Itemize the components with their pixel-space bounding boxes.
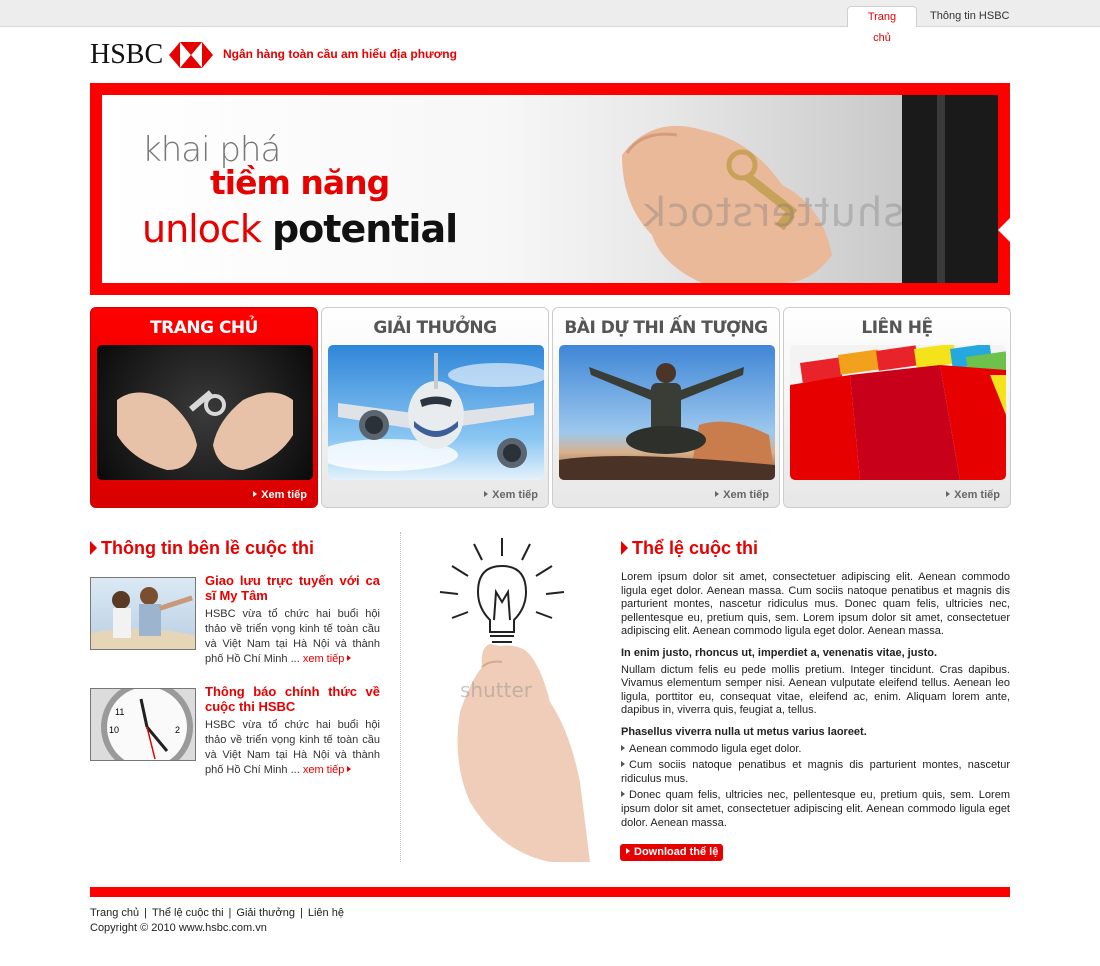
tab-home[interactable]: Trang chủ [847,6,917,44]
svg-text:11: 11 [115,707,124,717]
bullet-arrow-icon [621,791,625,798]
nav-card-title: GIẢI THƯỞNG [373,318,497,338]
hero-banner: shutterstock khai phá tiềm năng unlock p… [90,83,1010,295]
top-bar: Trang chủ Thông tin HSBC [0,0,1100,44]
logo-wordmark: HSBC [90,39,164,70]
bullet-arrow-icon [621,761,625,768]
nav-card-title: BÀI DỰ THI ẤN TƯỢNG [564,318,768,338]
footer-link-awards[interactable]: Giải thưởng [236,907,295,919]
news-title[interactable]: Thông báo chính thức về cuộc thi HSBC [205,684,380,714]
copyright: Copyright © 2010 www.hsbc.com.vn [90,922,267,934]
tagline: Ngân hàng toàn cầu am hiểu địa phương [223,47,457,61]
banner-watermark: shutterstock [642,190,905,236]
rules-paragraph: Lorem ipsum dolor sit amet, consectetuer… [621,571,1010,638]
arrow-right-icon [626,848,630,854]
footer-links: Trang chủ | Thể lệ cuộc thi | Giải thưởng | Li… [90,907,344,919]
banner-unlock: unlock [142,207,262,251]
download-rules-button[interactable]: Download thể lệ [620,844,723,861]
nav-card-awards[interactable]: GIẢI THƯỞNG Xem tiếp [321,307,549,508]
news-excerpt: HSBC vừa tổ chức hai buổi hội thảo về tr… [205,719,380,776]
banner-image: shutterstock khai phá tiềm năng unlock p… [102,95,998,283]
rules-heading: In enim justo, rhoncus ut, imperdiet a, … [621,646,938,659]
footer-link-contact[interactable]: Liên hệ [308,907,344,919]
nav-card-home[interactable]: TRANG CHỦ Xem tiếp [90,307,318,508]
nav-card-title: TRANG CHỦ [150,318,258,338]
nav-card-more[interactable]: Xem tiếp [484,489,538,501]
red-arrow-icon [90,541,97,555]
hands-with-key-image [97,345,313,480]
footer-bar [90,887,1010,897]
svg-text:2: 2 [175,725,180,735]
arrow-right-icon [484,491,489,497]
hand-lightbulb-image: shutter [439,538,590,862]
footer-link-home[interactable]: Trang chủ [90,907,139,919]
tab-hsbc-info[interactable]: Thông tin HSBC [920,6,1019,27]
bullet-arrow-icon [621,744,625,751]
news-thumb-couple[interactable] [90,577,196,650]
sidebar-title: Thông tin bên lề cuộc thi [90,538,314,559]
arrow-right-icon [347,655,352,661]
news-excerpt: HSBC vừa tổ chức hai buổi hội thảo về tr… [205,608,380,665]
hsbc-hexagon-icon [169,42,214,68]
column-divider [400,532,401,862]
arrow-right-icon [253,491,258,497]
banner-notch [998,218,1010,242]
svg-text:10: 10 [109,725,119,735]
banner-line-2: tiềm năng [210,163,390,202]
rules-bullet: Donec quam felis, ultricies nec, pellent… [621,789,1010,829]
arrow-right-icon [946,491,951,497]
file-index-image [790,345,1006,480]
nav-card-entries[interactable]: BÀI DỰ THI ẤN TƯỢNG Xem tiếp [552,307,780,508]
image-watermark: shutter [460,678,533,702]
rules-bullet: Cum sociis natoque penatibus et magnis d… [621,759,1010,785]
read-more-link[interactable]: xem tiếp [303,653,356,665]
banner-potential: potential [271,207,458,251]
arrow-right-icon [715,491,720,497]
nav-card-contact[interactable]: LIÊN HỆ Xem tiếp [783,307,1011,508]
rules-heading: Phasellus viverra nulla ut metus varius … [621,725,867,738]
man-arms-open-image [559,345,775,480]
hsbc-logo[interactable]: HSBC [90,39,214,70]
rules-content: Lorem ipsum dolor sit amet, consectetuer… [621,571,1010,833]
red-arrow-icon [621,541,628,555]
nav-card-more[interactable]: Xem tiếp [715,489,769,501]
rules-paragraph: Nullam dictum felis eu pede mollis preti… [621,663,1010,717]
hand-with-key-image [622,95,998,283]
read-more-link[interactable]: xem tiếp [303,764,356,776]
rules-bullet: Aenean commodo ligula eget dolor. [621,743,1010,757]
airplane-image [328,345,544,480]
nav-card-more[interactable]: Xem tiếp [253,489,307,501]
news-thumb-clock[interactable]: 11 10 2 [90,688,196,761]
nav-card-title: LIÊN HỆ [861,318,933,338]
footer-link-rules[interactable]: Thể lệ cuộc thi [152,907,224,919]
arrow-right-icon [347,766,352,772]
news-title[interactable]: Giao lưu trực tuyến với ca sĩ My Tâm [205,573,380,603]
nav-card-more[interactable]: Xem tiếp [946,489,1000,501]
rules-title: Thể lệ cuộc thi [621,538,758,559]
banner-line-3: unlock potential [142,207,458,251]
